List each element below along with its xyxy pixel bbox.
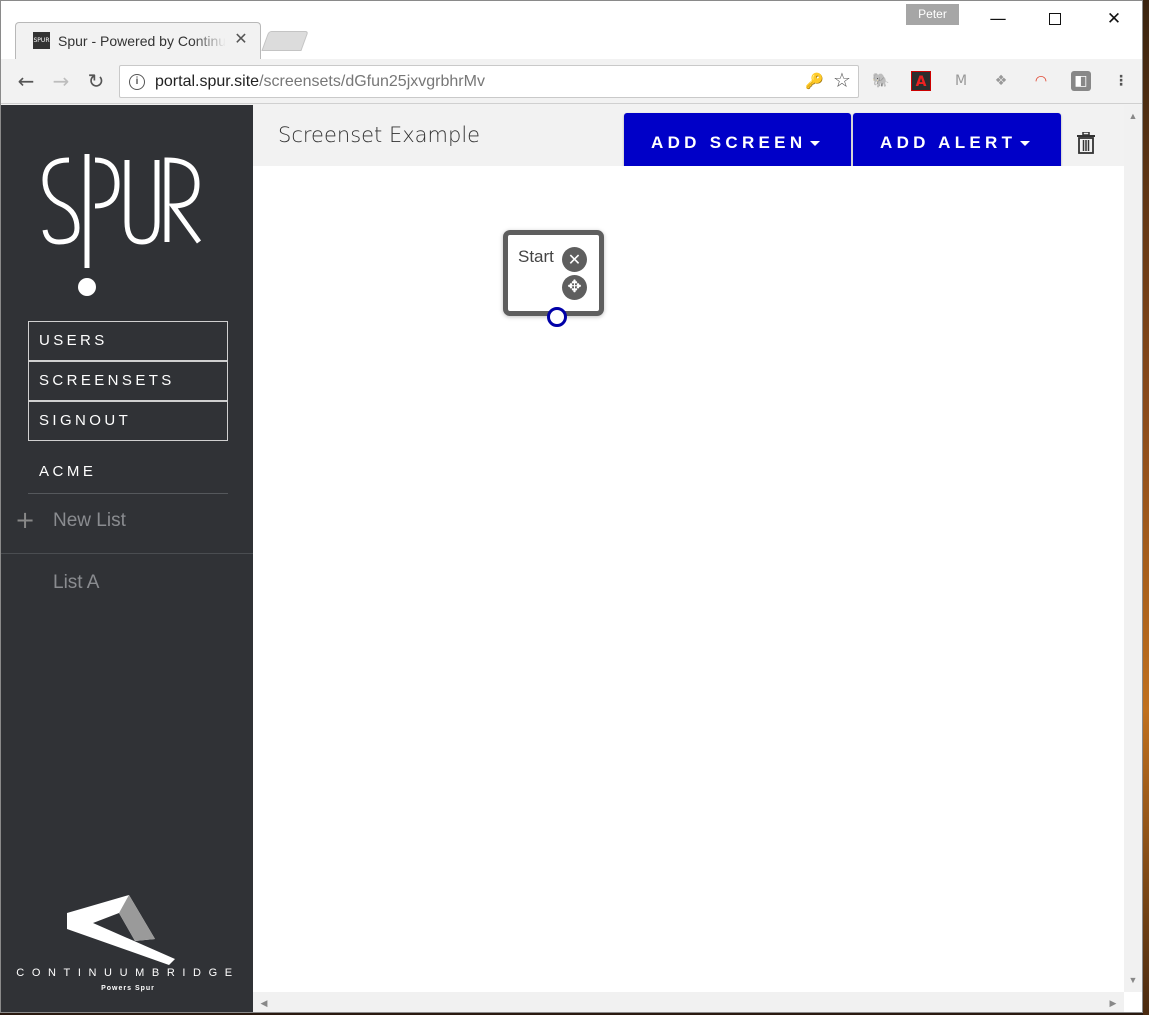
sidebar: USERS SCREENSETS SIGNOUT ACME + New List… [1, 105, 253, 1012]
desktop-background [1143, 0, 1149, 1015]
add-alert-button[interactable]: ADD ALERT [853, 113, 1061, 173]
list-item[interactable]: List A [53, 572, 99, 594]
new-tab-button[interactable] [261, 31, 309, 51]
reload-icon[interactable]: ↻ [83, 68, 109, 94]
tab-favicon-icon: SPUR [33, 32, 50, 49]
maximize-button[interactable] [1032, 5, 1078, 33]
gmail-extension-icon[interactable]: M [951, 71, 971, 91]
flow-canvas[interactable]: Start ✕ ✥ [253, 166, 1124, 992]
plus-icon: + [14, 506, 36, 534]
new-list-button[interactable]: + New List [1, 503, 253, 543]
divider [28, 493, 228, 494]
org-label: ACME [39, 463, 97, 480]
nav-screensets[interactable]: SCREENSETS [28, 361, 228, 401]
add-screen-button[interactable]: ADD SCREEN [624, 113, 851, 173]
url-text[interactable]: portal.spur.site/screensets/dGfun25jxvgr… [155, 73, 485, 91]
tab-close-icon[interactable]: ✕ [232, 31, 250, 49]
nav-signout[interactable]: SIGNOUT [28, 401, 228, 441]
forward-arrow-icon[interactable]: → [48, 68, 74, 94]
browser-menu-icon[interactable]: ⋮ [1111, 71, 1131, 91]
add-screen-label: ADD SCREEN [651, 133, 807, 152]
address-bar[interactable]: i portal.spur.site/screensets/dGfun25jxv… [119, 65, 859, 98]
add-alert-label: ADD ALERT [880, 133, 1017, 152]
move-icon[interactable]: ✥ [562, 275, 587, 300]
site-info-icon[interactable]: i [129, 74, 145, 90]
evernote-extension-icon[interactable]: 🐘 [871, 71, 891, 91]
browser-tab[interactable]: SPUR Spur - Powered by Continuum ✕ [15, 22, 261, 59]
main-header: Screenset Example ADD SCREEN ADD ALERT [253, 105, 1124, 173]
close-icon[interactable]: ✕ [562, 247, 587, 272]
connector-handle[interactable] [547, 307, 567, 327]
browser-window: SPUR Spur - Powered by Continuum ✕ Peter… [0, 0, 1143, 1013]
minimize-button[interactable]: — [975, 5, 1021, 33]
profile-badge[interactable]: Peter [906, 4, 959, 25]
scroll-down-icon[interactable]: ▼ [1128, 975, 1138, 985]
close-window-button[interactable]: ✕ [1091, 5, 1137, 33]
vertical-scrollbar[interactable]: ▲ ▼ [1124, 105, 1142, 992]
scroll-up-icon[interactable]: ▲ [1128, 111, 1138, 121]
title-bar: SPUR Spur - Powered by Continuum ✕ Peter… [1, 1, 1142, 59]
color-extension-icon[interactable]: ◠ [1031, 71, 1051, 91]
start-node-label: Start [518, 247, 554, 266]
continuumbridge-logo: CONTINUUMBRIDGE Powers Spur [15, 893, 241, 1003]
url-host: portal.spur.site [155, 73, 260, 90]
back-arrow-icon[interactable]: ← [13, 68, 39, 94]
browser-toolbar: ← → ↻ i portal.spur.site/screensets/dGfu… [1, 59, 1142, 104]
maximize-icon [1049, 13, 1061, 25]
key-icon[interactable]: 🔑 [805, 72, 824, 92]
divider [1, 553, 253, 554]
url-path: /screensets/dGfun25jxvgrbhrMv [259, 73, 485, 90]
spur-logo [42, 154, 202, 296]
footer-tagline: Powers Spur [101, 985, 155, 992]
shield-extension-icon[interactable]: ◧ [1071, 71, 1091, 91]
pdf-extension-icon[interactable]: A [911, 71, 931, 91]
caret-down-icon [810, 141, 821, 147]
new-list-label: New List [53, 510, 126, 531]
page-title: Screenset Example [278, 123, 481, 147]
trash-icon[interactable] [1076, 132, 1096, 154]
start-node[interactable]: Start ✕ ✥ [503, 230, 604, 327]
bookmark-star-icon[interactable]: ☆ [831, 70, 853, 92]
dropbox-extension-icon[interactable]: ❖ [991, 71, 1011, 91]
continuumbridge-mark-icon [67, 895, 175, 965]
footer-brand: CONTINUUMBRIDGE [16, 967, 240, 979]
scroll-right-icon[interactable]: ▶ [1108, 997, 1118, 1009]
horizontal-scrollbar[interactable]: ◀ ▶ [253, 992, 1124, 1012]
scroll-left-icon[interactable]: ◀ [259, 997, 269, 1009]
nav-users[interactable]: USERS [28, 321, 228, 361]
tab-title: Spur - Powered by Continuum [58, 33, 226, 49]
caret-down-icon [1020, 141, 1031, 147]
page-content: USERS SCREENSETS SIGNOUT ACME + New List… [1, 105, 1142, 1012]
